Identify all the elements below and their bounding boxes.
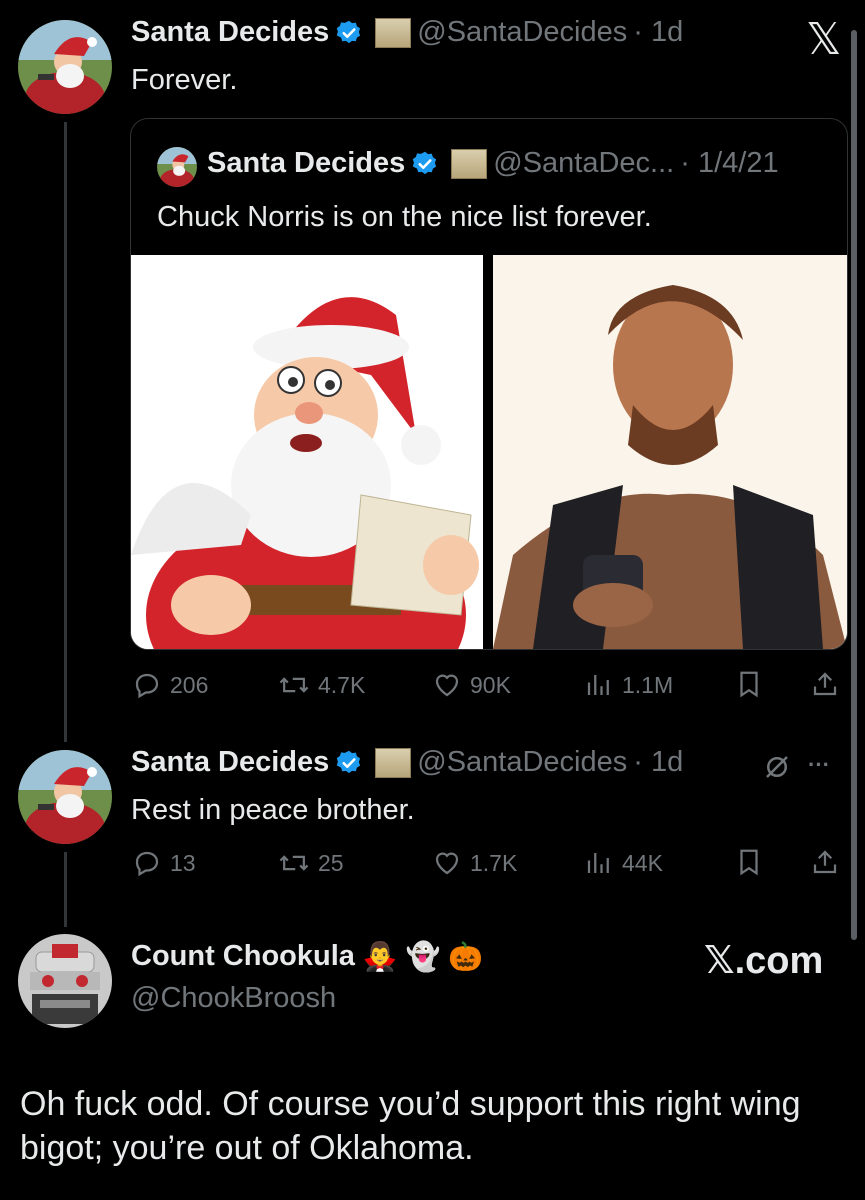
repost-count: 4.7K — [318, 671, 366, 698]
like-count: 1.7K — [470, 849, 518, 876]
verified-badge-icon — [337, 20, 361, 43]
reply-button[interactable]: 206 — [132, 670, 208, 700]
media-image-chuck[interactable] — [493, 255, 847, 649]
reply-text: Oh fuck odd. Of course you’d support thi… — [20, 1085, 801, 1167]
chuck-norris-photo — [493, 255, 847, 649]
author-handle[interactable]: @SantaDecides — [417, 746, 627, 779]
like-count: 90K — [470, 671, 511, 698]
thread-line — [64, 852, 67, 927]
like-button[interactable]: 90K — [432, 670, 511, 700]
avatar[interactable] — [18, 934, 112, 1028]
bookmark-button[interactable] — [734, 668, 764, 705]
share-button[interactable] — [810, 668, 840, 705]
xcom-watermark: 𝕏.com — [704, 940, 824, 982]
view-count: 44K — [622, 849, 663, 876]
quote-author-name: Santa Decides — [207, 147, 406, 179]
name-emojis: 🧛‍♂️ 👻 🎃 — [362, 941, 484, 972]
tweet-text: Forever. — [131, 64, 238, 96]
like-button[interactable]: 1.7K — [432, 848, 517, 878]
avatar[interactable] — [18, 750, 112, 844]
heart-icon — [435, 852, 459, 875]
reply-icon — [135, 851, 159, 877]
affiliate-badge-icon — [375, 17, 412, 48]
author-name[interactable]: Santa Decides — [131, 746, 329, 779]
robot-avatar-image — [18, 934, 112, 1028]
santa-avatar-image — [18, 750, 112, 844]
grok-icon[interactable] — [762, 752, 792, 787]
affiliate-badge-icon — [375, 747, 412, 778]
quote-text: Chuck Norris is on the nice list forever… — [157, 201, 652, 233]
x-logo-icon[interactable]: 𝕏 — [806, 14, 841, 65]
santa-avatar-image — [157, 147, 197, 187]
santa-illustration — [131, 255, 483, 649]
views-icon — [587, 853, 609, 873]
tweet-text: Rest in peace brother. — [131, 794, 415, 826]
quote-avatar — [157, 147, 197, 187]
media-image-santa[interactable] — [131, 255, 483, 649]
timestamp[interactable]: · 1d — [633, 16, 683, 49]
quote-timestamp: · 1/4/21 — [680, 147, 779, 179]
views-button[interactable]: 1.1M — [584, 670, 673, 700]
thread-line — [64, 122, 67, 742]
reply-author-name[interactable]: Count Chookula — [131, 940, 355, 973]
repost-count: 25 — [318, 849, 344, 876]
reply-count: 206 — [170, 671, 209, 698]
repost-icon — [279, 855, 309, 871]
verified-badge-icon — [413, 151, 437, 174]
repost-icon — [279, 677, 309, 693]
author-handle[interactable]: @SantaDecides — [417, 16, 627, 49]
reply-button[interactable]: 13 — [132, 848, 196, 878]
views-icon — [587, 675, 609, 695]
share-button[interactable] — [810, 846, 840, 883]
views-button[interactable]: 44K — [584, 848, 663, 878]
more-options-button[interactable]: ··· — [808, 752, 830, 778]
heart-icon — [435, 674, 459, 697]
grok-slash-icon — [766, 756, 788, 778]
reply-author-handle[interactable]: @ChookBroosh — [131, 982, 336, 1015]
quote-card[interactable]: Santa Decides @SantaDec... · 1/4/21 Chuc… — [130, 118, 848, 650]
affiliate-badge-icon — [451, 148, 488, 179]
bookmark-icon — [740, 849, 758, 876]
author-name[interactable]: Santa Decides — [131, 16, 329, 49]
reply-count: 13 — [170, 849, 196, 876]
quote-author-handle: @SantaDec... — [493, 147, 675, 179]
share-icon — [813, 850, 837, 874]
view-count: 1.1M — [622, 671, 674, 698]
reply-icon — [135, 673, 159, 699]
bookmark-button[interactable] — [734, 846, 764, 883]
verified-badge-icon — [337, 750, 361, 773]
avatar[interactable] — [18, 20, 112, 114]
timestamp[interactable]: · 1d — [633, 746, 683, 779]
bookmark-icon — [740, 671, 758, 698]
santa-avatar-image — [18, 20, 112, 114]
repost-button[interactable]: 25 — [278, 848, 344, 878]
repost-button[interactable]: 4.7K — [278, 670, 365, 700]
share-icon — [813, 672, 837, 696]
scrollbar[interactable] — [851, 30, 857, 940]
